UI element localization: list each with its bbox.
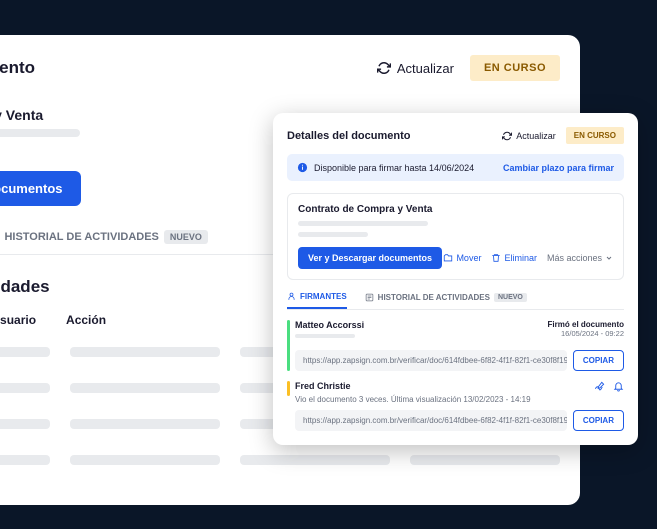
chevron-down-icon bbox=[605, 254, 613, 262]
change-deadline-link[interactable]: Cambiar plazo para firmar bbox=[503, 163, 614, 173]
more-actions-button[interactable]: Más acciones bbox=[547, 253, 613, 263]
signer-row: Fred Christie Vio el documento 3 veces. … bbox=[287, 381, 624, 431]
copy-button[interactable]: COPIAR bbox=[573, 410, 624, 431]
contract-name: Contrato de Compra y Venta bbox=[298, 204, 613, 215]
new-badge: NUEVO bbox=[494, 293, 527, 302]
status-badge: EN CURSO bbox=[566, 127, 624, 144]
col-action[interactable]: Acción bbox=[66, 313, 106, 327]
info-banner: Disponible para firmar hasta 14/06/2024 … bbox=[287, 154, 624, 181]
signer-status: Firmó el documento 16/05/2024 - 09:22 bbox=[548, 320, 624, 338]
table-row bbox=[0, 449, 560, 471]
new-badge: NUEVO bbox=[164, 230, 208, 244]
col-user[interactable]: Usuario bbox=[0, 313, 36, 327]
signer-name: Fred Christie bbox=[295, 381, 351, 391]
status-indicator-signed bbox=[287, 320, 290, 371]
verification-url[interactable]: https://app.zapsign.com.br/verificar/doc… bbox=[295, 410, 567, 431]
skeleton-line bbox=[298, 221, 428, 226]
trash-icon bbox=[491, 253, 501, 263]
banner-text: Disponible para firmar hasta 14/06/2024 bbox=[314, 163, 474, 173]
bell-icon[interactable] bbox=[613, 381, 624, 392]
signer-meta: Vio el documento 3 veces. Última visuali… bbox=[295, 395, 624, 404]
signature-icon[interactable] bbox=[594, 381, 605, 392]
skeleton-line bbox=[295, 334, 355, 338]
refresh-icon bbox=[377, 61, 391, 75]
person-icon bbox=[287, 292, 296, 301]
refresh-button[interactable]: Actualizar bbox=[377, 61, 454, 76]
signer-name: Matteo Accorssi bbox=[295, 320, 364, 330]
document-details-modal: Detalles del documento Actualizar EN CUR… bbox=[273, 113, 638, 445]
delete-button[interactable]: Eliminar bbox=[491, 253, 537, 263]
modal-title: Detalles del documento bbox=[287, 130, 410, 142]
page-title: s del documento bbox=[0, 58, 35, 78]
refresh-button[interactable]: Actualizar bbox=[502, 131, 556, 141]
status-indicator-pending bbox=[287, 381, 290, 396]
folder-icon bbox=[443, 253, 453, 263]
view-download-button[interactable]: Ver y Descargar documentos bbox=[298, 247, 442, 269]
download-documents-button[interactable]: Descargar documentos bbox=[0, 171, 81, 206]
refresh-icon bbox=[502, 131, 512, 141]
verification-url[interactable]: https://app.zapsign.com.br/verificar/doc… bbox=[295, 350, 567, 371]
status-badge: EN CURSO bbox=[470, 55, 560, 81]
list-icon bbox=[365, 293, 374, 302]
move-button[interactable]: Mover bbox=[443, 253, 481, 263]
info-icon bbox=[297, 162, 308, 173]
skeleton-line bbox=[298, 232, 368, 237]
modal-tabs: FIRMANTES HISTORIAL DE ACTIVIDADES NUEVO bbox=[287, 292, 624, 310]
copy-button[interactable]: COPIAR bbox=[573, 350, 624, 371]
tab-historial[interactable]: HISTORIAL DE ACTIVIDADES NUEVO bbox=[0, 230, 208, 254]
skeleton-line bbox=[0, 129, 80, 137]
signer-row: Matteo Accorssi Firmó el documento 16/05… bbox=[287, 320, 624, 371]
contract-box: Contrato de Compra y Venta Ver y Descarg… bbox=[287, 193, 624, 280]
tab-historial[interactable]: HISTORIAL DE ACTIVIDADES NUEVO bbox=[365, 292, 527, 309]
tab-firmantes[interactable]: FIRMANTES bbox=[287, 292, 347, 309]
